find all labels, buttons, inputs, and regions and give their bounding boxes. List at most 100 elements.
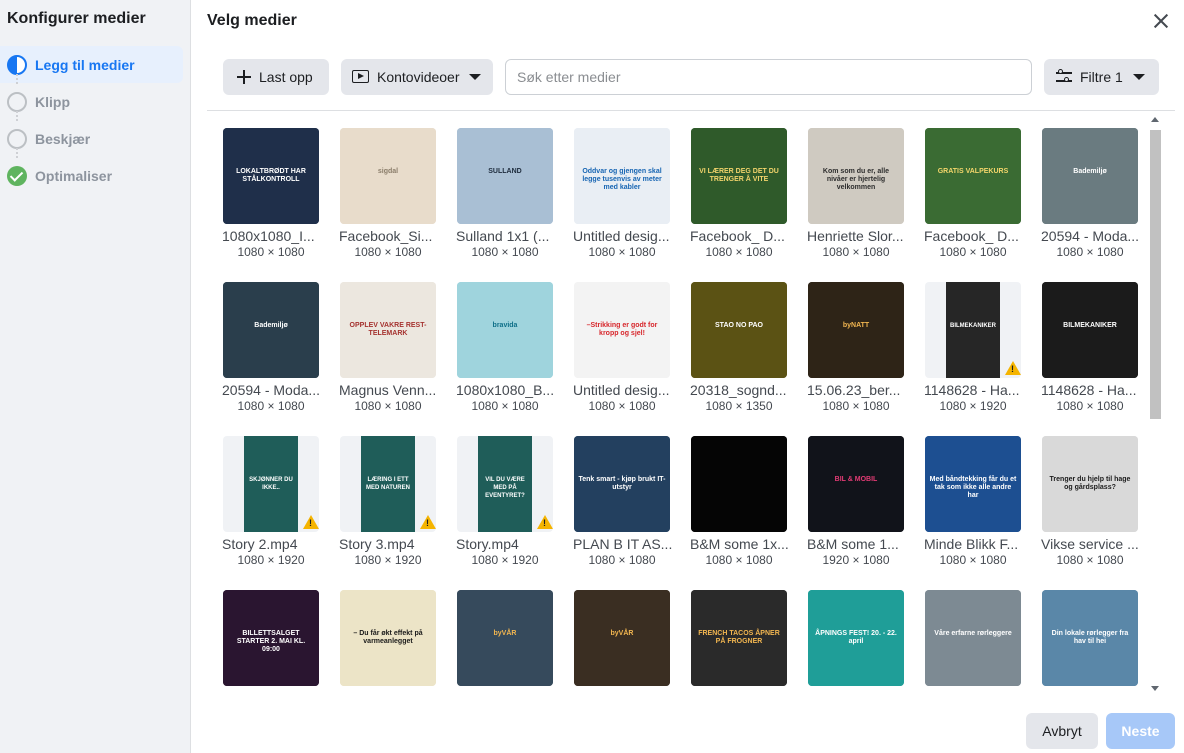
thumbnail-text: OPPLEV VAKRE REST-TELEMARK (349, 322, 427, 337)
sliders-icon (1056, 69, 1072, 84)
media-dimensions: 1080 × 1080 (588, 399, 656, 413)
thumbnail-text: LOKALTBRØDT HAR STÅLKONTROLL (236, 168, 306, 183)
thumbnail-text: – Du får økt effekt på varmeanlegget (353, 630, 423, 645)
media-tile[interactable]: BILMEKANIKER 1148628 - Ha... 1080 × 1080 (1041, 282, 1138, 413)
media-dimensions: 1080 × 1080 (822, 245, 890, 259)
media-name: Story 2.mp4 (222, 536, 298, 552)
media-tile[interactable]: LOKALTBRØDT HAR STÅLKONTROLL 1080x1080_I.… (222, 128, 319, 259)
step-crop[interactable]: Beskjær (0, 111, 183, 157)
scroll-up-arrow-icon[interactable] (1151, 117, 1159, 122)
media-tile[interactable]: Våre erfarne rørleggere 10042_Forev... (924, 590, 1024, 692)
media-dimensions: 1080 × 1080 (939, 553, 1007, 567)
media-thumbnail: Oddvar og gjengen skal legge tusenvis av… (574, 128, 670, 224)
upload-button[interactable]: Last opp (223, 59, 329, 95)
warning-icon (537, 515, 553, 529)
thumbnail-image (925, 128, 1021, 224)
media-tile[interactable]: Din lokale rørlegger fra hav til hei Face… (1041, 590, 1141, 692)
media-thumbnail: Bademiljø (1042, 128, 1138, 224)
media-tile[interactable]: byVÅR 20914_borne... (573, 590, 670, 692)
media-dimensions: 1080 × 1080 (588, 553, 656, 567)
media-dimensions: 1080 × 1080 (939, 245, 1007, 259)
thumbnail-text: LÆRING I ETT MED NATUREN (366, 477, 410, 491)
thumbnail-text: byNATT (842, 322, 870, 329)
media-tile[interactable]: Bademiljø 20594 - Moda... 1080 × 1080 (222, 282, 320, 413)
media-dimensions: 1080 × 1920 (237, 553, 305, 567)
media-tile[interactable]: SULLAND Sulland 1x1 (... 1080 × 1080 (456, 128, 553, 259)
filter-button[interactable]: Filtre 1 (1044, 59, 1159, 95)
account-videos-dropdown[interactable]: Kontovideoer (341, 59, 493, 95)
cancel-button[interactable]: Avbryt (1026, 713, 1098, 749)
thumbnail-image (691, 436, 787, 532)
media-tile[interactable]: – Du får økt effekt på varmeanlegget Agn.… (339, 590, 439, 692)
thumbnail-image (808, 436, 904, 532)
divider (207, 110, 1175, 111)
thumbnail-text: BIL & MOBIL (834, 476, 878, 483)
media-tile[interactable]: Med båndtekking får du et tak som ikke a… (924, 436, 1021, 567)
media-dimensions: 1080 × 1080 (1056, 553, 1124, 567)
sidebar: Konfigurer medier Legg til medier Klipp … (0, 0, 191, 753)
search-input[interactable] (505, 59, 1032, 95)
media-tile[interactable]: GRATIS VALPEKURS Facebook_ D... 1080 × 108… (924, 128, 1021, 259)
scroll-thumb[interactable] (1150, 130, 1161, 419)
media-name: Henriette Slor... (807, 228, 904, 244)
media-tile[interactable]: VIL DU VÆRE MED PÅ EVENTYRET? Story.mp410… (456, 436, 553, 567)
media-name: Facebook og... (1041, 690, 1141, 692)
step-connector (16, 111, 18, 121)
step-label: Optimaliser (35, 167, 113, 184)
media-tile[interactable]: Kom som du er, alle nivåer er hjertelig … (807, 128, 904, 259)
media-tile[interactable]: Tenk smart - kjøp brukt IT-utstyr PLAN B … (573, 436, 672, 567)
media-tile[interactable]: ÅPNINGS FEST! 20. - 22. april Facebook og… (807, 590, 907, 692)
media-tile[interactable]: byVÅR 20914_NY bo... (456, 590, 556, 692)
scroll-down-arrow-icon[interactable] (1151, 686, 1159, 691)
thumbnail-text: Med båndtekking får du et tak som ikke a… (929, 476, 1017, 499)
thumbnail-text: GRATIS VALPEKURS (937, 168, 1009, 175)
media-dimensions: 1080 × 1080 (1056, 245, 1124, 259)
media-tile[interactable]: Bademiljø 20594 - Moda... 1080 × 1080 (1041, 128, 1140, 259)
media-tile[interactable]: BIL & MOBIL B&M some 1... 1920 × 1080 (807, 436, 904, 567)
thumbnail-image (457, 590, 553, 686)
media-dimensions: 1080 × 1920 (471, 553, 539, 567)
media-tile[interactable]: STAO NO PAO 20318_sognd... 1080 × 1350 (690, 282, 787, 413)
media-thumbnail: STAO NO PAO (691, 282, 787, 378)
account-videos-label: Kontovideoer (377, 69, 460, 85)
media-name: 20594 - Moda... (1041, 228, 1140, 244)
media-name: Facebook og... (807, 690, 907, 692)
media-tile[interactable]: SKJØNNER DU IKKE.. Story 2.mp41080 × 1920 (222, 436, 319, 567)
media-tile[interactable]: bravida 1080x1080_B... 1080 × 1080 (456, 282, 554, 413)
media-tile[interactable]: VI LÆRER DEG DET DU TRENGER Å VITE Facebo… (690, 128, 787, 259)
thumbnail-text: BILMEKANIKER (1063, 322, 1117, 329)
scrollbar[interactable] (1148, 113, 1162, 695)
media-tile[interactable]: Oddvar og gjengen skal legge tusenvis av… (573, 128, 670, 259)
media-name: Sulland 1x1 (... (456, 228, 550, 244)
next-button[interactable]: Neste (1106, 713, 1175, 749)
media-tile[interactable]: –Strikking er godt for kropp og sjel! Unt… (573, 282, 670, 413)
media-tile[interactable]: LÆRING I ETT MED NATUREN Story 3.mp41080 … (339, 436, 436, 567)
media-thumbnail: – Du får økt effekt på varmeanlegget (340, 590, 436, 686)
media-grid-viewport[interactable]: LOKALTBRØDT HAR STÅLKONTROLL 1080x1080_I.… (207, 112, 1150, 692)
step-trim[interactable]: Klipp (0, 74, 183, 120)
close-icon[interactable] (1150, 10, 1172, 32)
media-tile[interactable]: Trenger du hjelp til hage og gårdsplass?… (1041, 436, 1139, 567)
media-name: Facebook_ D... (690, 228, 785, 244)
media-tile[interactable]: BILLETTSALGET STARTER 2. MAI KL. 09:00 Ok… (222, 590, 319, 692)
media-tile[interactable]: sigdal Facebook_Si... 1080 × 1080 (339, 128, 436, 259)
thumbnail-text: VI LÆRER DEG DET DU TRENGER Å VITE (699, 168, 779, 183)
media-thumbnail: SULLAND (457, 128, 553, 224)
media-dimensions: 1080 × 1080 (471, 399, 539, 413)
media-name: Facebook_Si... (339, 228, 433, 244)
sidebar-title: Konfigurer medier (7, 10, 146, 27)
media-name: 20914_NY bo... (456, 690, 556, 692)
empty-circle-icon (7, 128, 27, 149)
media-tile[interactable]: OPPLEV VAKRE REST-TELEMARK Magnus Venn...… (339, 282, 436, 413)
empty-circle-icon (7, 91, 27, 112)
media-name: 10042_Forev... (924, 690, 1024, 692)
step-add-media[interactable]: Legg til medier (0, 46, 183, 83)
thumbnail-text: Kom som du er, alle nivåer er hjertelig … (822, 168, 890, 191)
media-tile[interactable]: BILMEKANIKER 1148628 - Ha...1080 × 1920 (924, 282, 1021, 413)
media-tile[interactable]: FRENCH TACOS ÅPNER PÅ FROGNER French Taco… (690, 590, 787, 692)
step-optimize[interactable]: Optimaliser (0, 148, 183, 194)
media-tile[interactable]: byNATT 15.06.23_ber... 1080 × 1080 (807, 282, 904, 413)
thumbnail-text: Bademiljø (1073, 168, 1107, 175)
media-dimensions: 1080 × 1350 (705, 399, 773, 413)
media-tile[interactable]: B&M some 1x... 1080 × 1080 (690, 436, 789, 567)
